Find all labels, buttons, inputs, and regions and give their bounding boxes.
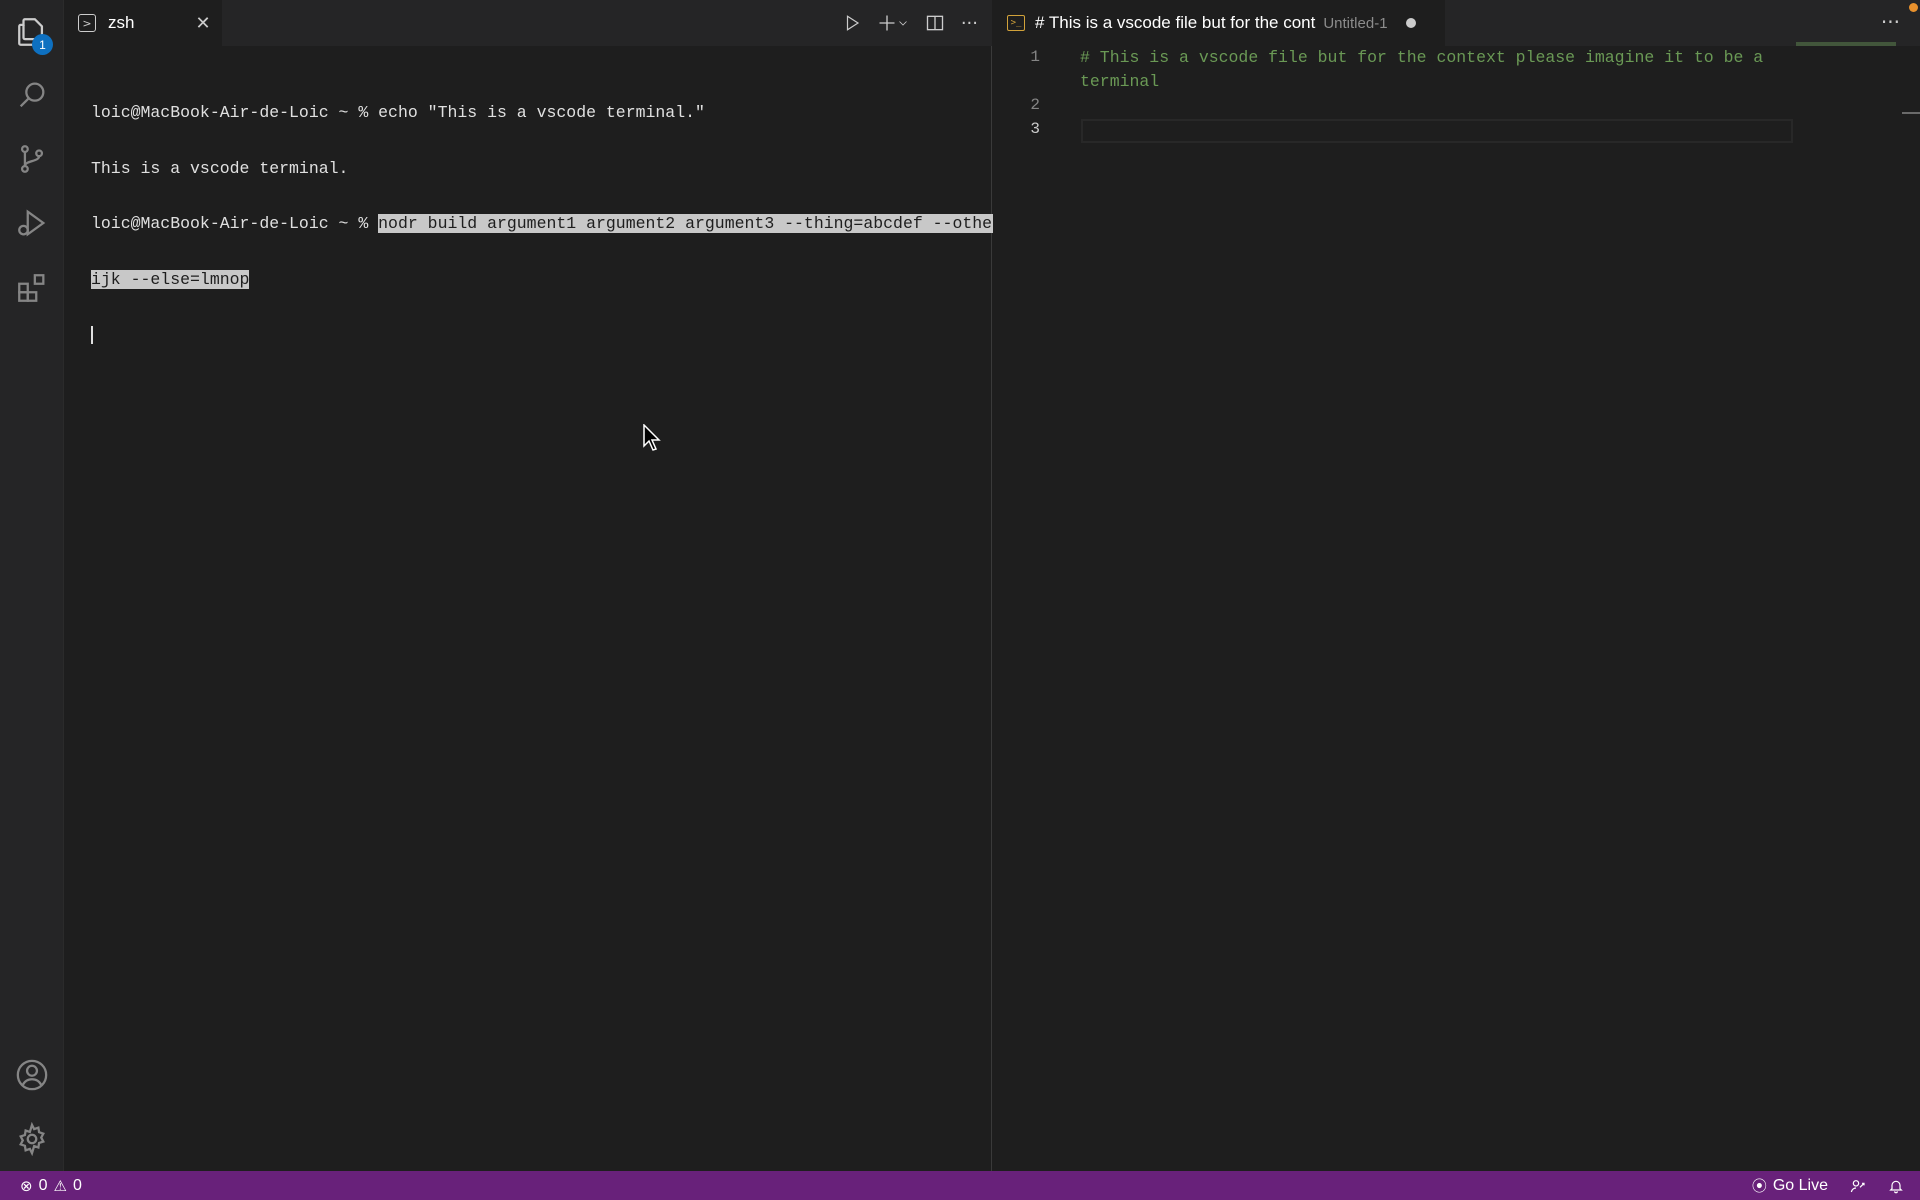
run-debug-icon[interactable] <box>0 191 64 255</box>
current-line-highlight <box>1081 119 1793 143</box>
editor-area: >_ # This is a vscode file but for the c… <box>993 0 1920 1171</box>
error-icon: ⊗ <box>20 1176 33 1195</box>
terminal-line: loic@MacBook-Air-de-Loic ~ % echo "This … <box>91 103 981 123</box>
status-bar: ⊗ 0 ⚠ 0 ⦿ Go Live <box>0 1171 1920 1200</box>
scrollbar[interactable] <box>1902 112 1920 114</box>
minimap[interactable] <box>1796 42 1896 46</box>
go-live-button[interactable]: ⦿ Go Live <box>1752 1175 1828 1196</box>
gear-icon[interactable] <box>0 1107 64 1171</box>
activity-bar: 1 <box>0 0 64 1171</box>
terminal-actions: ··· <box>843 0 978 46</box>
editor-tab-bar: >_ # This is a vscode file but for the c… <box>993 0 1920 46</box>
terminal-line <box>91 326 981 345</box>
extensions-icon[interactable] <box>0 256 64 320</box>
status-bar-right: ⦿ Go Live <box>1752 1171 1904 1200</box>
selected-command-cont: ijk --else=lmnop <box>91 269 250 289</box>
broadcast-icon: ⦿ <box>1751 1177 1767 1195</box>
search-icon[interactable] <box>0 63 64 127</box>
terminal-line: ijk --else=lmnop <box>91 269 981 290</box>
mouse-cursor-icon <box>643 424 661 451</box>
line-number: 2 <box>1030 96 1040 114</box>
terminal-tab-bar: > zsh ✕ ··· <box>64 0 992 46</box>
terminal-output[interactable]: loic@MacBook-Air-de-Loic ~ % echo "This … <box>91 67 1032 382</box>
editor-tab-description: Untitled-1 <box>1323 14 1388 32</box>
line-number: 1 <box>1030 48 1040 66</box>
terminal-prompt: loic@MacBook-Air-de-Loic ~ % <box>91 103 379 122</box>
explorer-icon[interactable]: 1 <box>0 0 64 64</box>
terminal-prompt: loic@MacBook-Air-de-Loic ~ % <box>91 214 379 233</box>
terminal-line: loic@MacBook-Air-de-Loic ~ % nodr build … <box>91 214 1032 234</box>
bell-icon[interactable] <box>1888 1178 1904 1194</box>
unsaved-dot-icon[interactable] <box>1405 18 1416 28</box>
notification-dot <box>1909 3 1918 12</box>
split-icon[interactable] <box>925 10 945 36</box>
feedback-icon[interactable] <box>1850 1178 1866 1194</box>
terminal-icon: > <box>78 14 96 32</box>
source-control-icon[interactable] <box>0 127 64 191</box>
error-count: 0 <box>38 1176 48 1194</box>
more-actions-icon[interactable]: ··· <box>1881 10 1900 34</box>
editor-tab[interactable]: >_ # This is a vscode file but for the c… <box>993 0 1445 46</box>
warning-count: 0 <box>72 1176 82 1194</box>
terminal-line: This is a vscode terminal. <box>91 158 981 179</box>
more-icon[interactable]: ··· <box>961 10 978 36</box>
code-line-wrap: terminal <box>1080 72 1160 91</box>
chevron-down-icon[interactable] <box>897 17 909 29</box>
terminal-tab-label: zsh <box>108 13 135 32</box>
new-terminal-icon[interactable] <box>877 10 909 36</box>
explorer-badge: 1 <box>32 34 53 55</box>
terminal-tab[interactable]: > zsh ✕ <box>64 0 222 46</box>
terminal-output-text: This is a vscode terminal. <box>91 158 349 178</box>
selected-command: nodr build argument1 argument2 argument3… <box>378 214 1032 233</box>
terminal-panel: > zsh ✕ ··· loic@MacBook-Air-de-Loic ~ %… <box>64 0 1032 1171</box>
run-icon[interactable] <box>843 10 861 36</box>
problems-indicator[interactable]: ⊗ 0 ⚠ 0 <box>0 1177 82 1195</box>
line-number: 3 <box>1030 120 1040 138</box>
warning-icon: ⚠ <box>53 1176 67 1195</box>
go-live-label: Go Live <box>1772 1176 1828 1194</box>
account-icon[interactable] <box>0 1043 64 1107</box>
editor-tab-title: # This is a vscode file but for the cont <box>1035 13 1316 32</box>
close-icon[interactable]: ✕ <box>192 12 214 34</box>
code-line: # This is a vscode file but for the cont… <box>1080 48 1764 67</box>
terminal-command: echo "This is a vscode terminal." <box>378 103 705 122</box>
terminal-cursor <box>91 326 93 344</box>
file-terminal-icon: >_ <box>1007 15 1025 31</box>
